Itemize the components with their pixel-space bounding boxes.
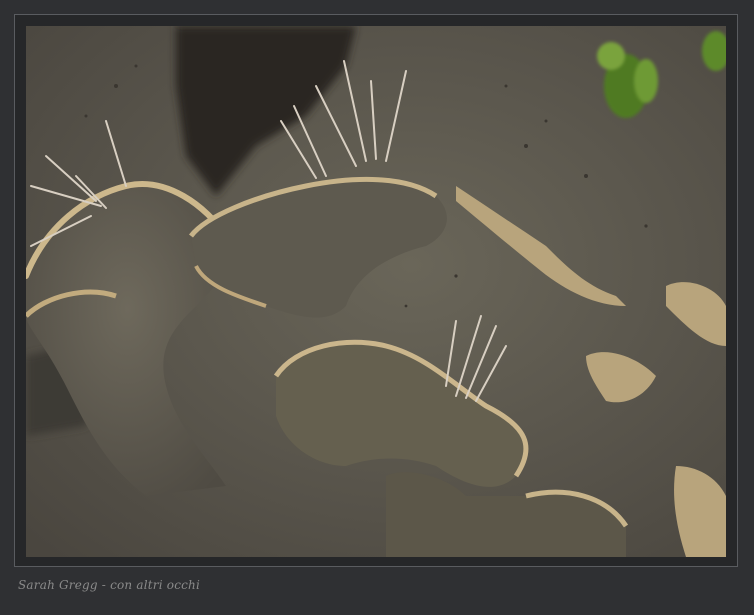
lichen-photo [26,26,726,557]
lichen-illustration [26,26,726,557]
photo-caption: Sarah Gregg - con altri occhi [18,578,201,592]
